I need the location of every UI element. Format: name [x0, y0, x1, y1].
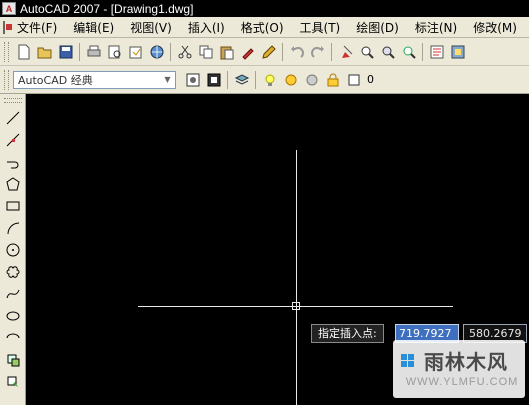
block-editor-icon[interactable] — [259, 42, 278, 61]
ellipse-arc-icon[interactable] — [2, 327, 24, 349]
circle-icon[interactable] — [2, 239, 24, 261]
zoom-previous-icon[interactable] — [399, 42, 418, 61]
revision-cloud-icon[interactable] — [2, 261, 24, 283]
rectangle-icon[interactable] — [2, 195, 24, 217]
workspace-dropdown[interactable]: AutoCAD 经典 ▼ — [13, 70, 176, 89]
workspace-settings-icon[interactable] — [183, 70, 202, 89]
document-icon[interactable] — [3, 20, 12, 34]
line-icon[interactable] — [2, 107, 24, 129]
bulb-icon[interactable] — [260, 70, 279, 89]
design-center-icon[interactable] — [448, 42, 467, 61]
open-icon[interactable] — [35, 42, 54, 61]
draw-toolbar — [0, 94, 26, 405]
insert-block-icon[interactable] — [2, 349, 24, 371]
pan-icon[interactable] — [336, 42, 355, 61]
menu-dimension[interactable]: 标注(N) — [407, 19, 465, 36]
chevron-down-icon[interactable]: ▼ — [160, 72, 175, 88]
polygon-icon[interactable] — [2, 173, 24, 195]
title-bar: A AutoCAD 2007 - [Drawing1.dwg] — [0, 0, 529, 17]
save-icon[interactable] — [56, 42, 75, 61]
menu-modify[interactable]: 修改(M) — [465, 19, 525, 36]
toolbar-separator — [227, 70, 228, 89]
watermark-title: 雨林木风 — [424, 350, 508, 374]
construction-line-icon[interactable] — [2, 129, 24, 151]
copy-icon[interactable] — [196, 42, 215, 61]
properties-icon[interactable] — [427, 42, 446, 61]
standard-toolbar — [0, 38, 529, 66]
spline-icon[interactable] — [2, 283, 24, 305]
current-layer-name[interactable]: 0 — [367, 73, 374, 86]
toolbar-grip[interactable] — [4, 69, 9, 90]
paste-icon[interactable] — [217, 42, 236, 61]
crosshair-vertical — [296, 150, 297, 405]
layer-manager-icon[interactable] — [232, 70, 251, 89]
toolbar-separator — [79, 42, 80, 61]
match-properties-icon[interactable] — [238, 42, 257, 61]
menu-insert[interactable]: 插入(I) — [180, 19, 233, 36]
redo-icon[interactable] — [308, 42, 327, 61]
toolbar-grip[interactable] — [4, 41, 9, 62]
undo-icon[interactable] — [287, 42, 306, 61]
sun-icon[interactable] — [281, 70, 300, 89]
plot-preview-icon[interactable] — [105, 42, 124, 61]
menu-tools[interactable]: 工具(T) — [292, 19, 349, 36]
arc-icon[interactable] — [2, 217, 24, 239]
toolbar-separator — [422, 42, 423, 61]
dynamic-input-prompt: 指定插入点: — [311, 324, 384, 343]
cut-icon[interactable] — [175, 42, 194, 61]
watermark-url: WWW.YLMFU.COM — [405, 376, 519, 388]
menu-bar: 文件(F) 编辑(E) 视图(V) 插入(I) 格式(O) 工具(T) 绘图(D… — [0, 17, 529, 38]
new-icon[interactable] — [14, 42, 33, 61]
window-title: AutoCAD 2007 - [Drawing1.dwg] — [20, 1, 194, 16]
toolbar-separator — [170, 42, 171, 61]
toolbar-separator — [331, 42, 332, 61]
ellipse-icon[interactable] — [2, 305, 24, 327]
color-swatch-icon[interactable] — [344, 70, 363, 89]
lock-icon[interactable] — [323, 70, 342, 89]
print-icon[interactable] — [84, 42, 103, 61]
viewport-sun-icon[interactable] — [302, 70, 321, 89]
toolbar-separator — [255, 70, 256, 89]
menu-window[interactable]: 窗 — [525, 19, 529, 36]
publish-icon[interactable] — [126, 42, 145, 61]
zoom-realtime-icon[interactable] — [357, 42, 376, 61]
autocad-logo-icon[interactable]: A — [2, 2, 16, 15]
menu-view[interactable]: 视图(V) — [122, 19, 180, 36]
watermark-logo: 雨林木风 WWW.YLMFU.COM — [393, 340, 525, 398]
workspace-toolbar: AutoCAD 经典 ▼ 0 — [0, 66, 529, 94]
zoom-window-icon[interactable] — [378, 42, 397, 61]
layer-state-icon[interactable] — [204, 70, 223, 89]
toolbar-separator — [282, 42, 283, 61]
workspace-value: AutoCAD 经典 — [18, 73, 93, 87]
web-icon[interactable] — [147, 42, 166, 61]
make-block-icon[interactable] — [2, 371, 24, 393]
menu-edit[interactable]: 编辑(E) — [65, 19, 122, 36]
menu-draw[interactable]: 绘图(D) — [348, 19, 407, 36]
menu-file[interactable]: 文件(F) — [9, 19, 65, 36]
toolbar-grip[interactable] — [3, 98, 22, 103]
menu-format[interactable]: 格式(O) — [233, 19, 292, 36]
polyline-icon[interactable] — [2, 151, 24, 173]
crosshair-pickbox — [292, 302, 300, 310]
